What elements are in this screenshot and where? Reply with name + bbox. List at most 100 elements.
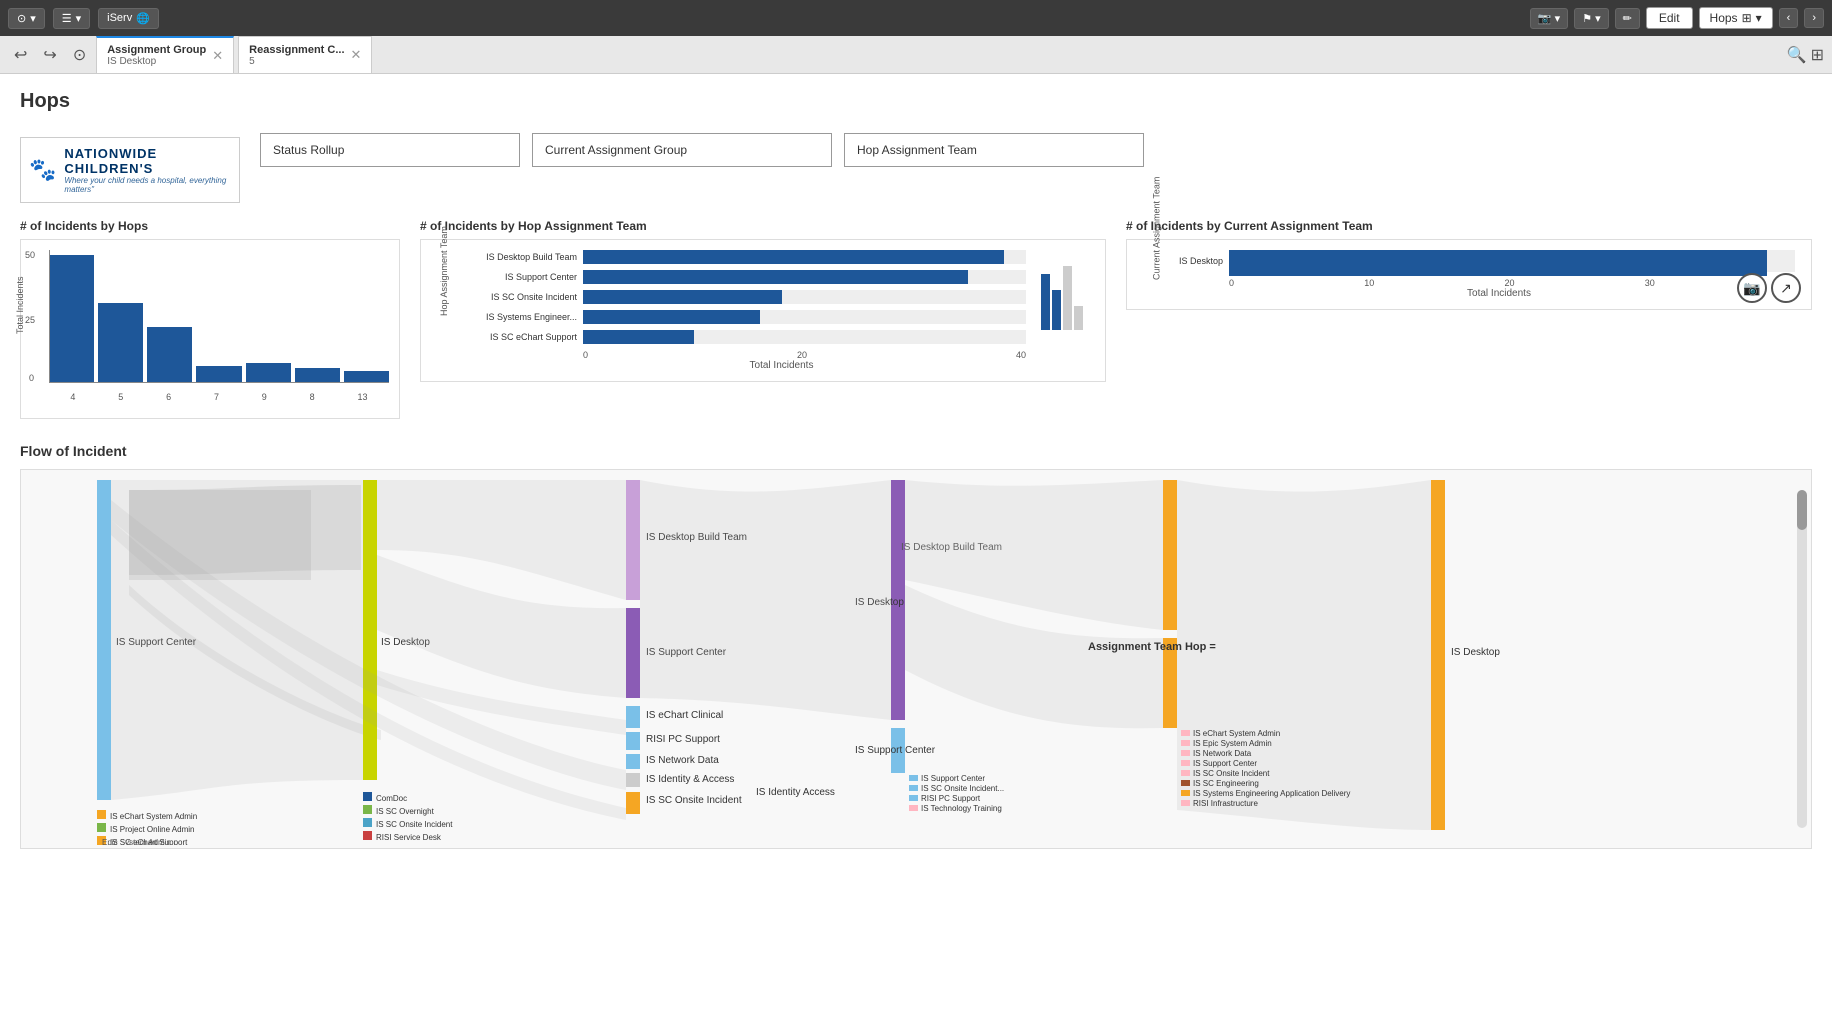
tab-assignment-group[interactable]: Assignment Group IS Desktop ✕: [96, 36, 234, 73]
leg1-echart-dot: [97, 810, 106, 819]
curr-team-chart-area: Current Assignment Team IS Desktop 0 10 …: [1126, 239, 1812, 310]
hop-bar-row-2: IS SC Onsite Incident: [437, 290, 1026, 304]
curr-team-x-label: Total Incidents: [1143, 288, 1795, 299]
camera-toolbar-button[interactable]: 📷 ▾: [1530, 8, 1568, 29]
pencil-toolbar-button[interactable]: ✏: [1615, 8, 1640, 29]
tab-bar: ↩ ↪ ⊙ Assignment Group IS Desktop ✕ Reas…: [0, 36, 1832, 74]
current-assignment-filter[interactable]: Current Assignment Group: [532, 133, 832, 167]
logo-paws-icon: 🐾: [29, 157, 56, 183]
nav-next-button[interactable]: ›: [1804, 8, 1824, 28]
col5-leg-echart-text: IS eChart System Admin: [1193, 729, 1280, 738]
col3-risi-label: RISI PC Support: [646, 734, 720, 745]
flag-toolbar-button[interactable]: ⚑ ▾: [1574, 8, 1608, 29]
col3-netdata-bar: [626, 754, 640, 769]
cam-icons-area: 📷 ↗: [1737, 273, 1801, 303]
logo-tagline: Where your child needs a hospital, every…: [64, 176, 231, 194]
col3-netdata-label: IS Network Data: [646, 755, 719, 766]
tab1-sublabel: IS Desktop: [107, 56, 206, 67]
camera-icon-button[interactable]: 📷: [1737, 273, 1767, 303]
dropdown-arrow: ▾: [30, 12, 36, 25]
col3-identity-label: IS Identity & Access: [646, 774, 734, 785]
col4-leg-risi-text: RISI PC Support: [921, 794, 981, 803]
final-col-bar: [1431, 480, 1445, 830]
status-rollup-label: Status Rollup: [273, 143, 344, 157]
curr-team-y-label: Current Assignment Team: [1152, 176, 1162, 279]
leg1-proj-dot: [97, 823, 106, 832]
y-tick-50: 50: [25, 250, 35, 260]
edit-button[interactable]: Edit: [1646, 7, 1693, 29]
hop-bar-label-0: IS Desktop Build Team: [437, 252, 577, 262]
hops-label: Hops: [1710, 11, 1738, 25]
flow-title: Flow of Incident: [20, 443, 1812, 459]
col5-leg-infra-dot: [1181, 800, 1190, 806]
x-label-7: 7: [214, 392, 219, 402]
hops-bar-4: [49, 255, 94, 383]
col4-leg-onsite-text: IS SC Onsite Incident...: [921, 784, 1004, 793]
hop-team-chart-area: Hop Assignment Team IS Desktop Build Tea…: [420, 239, 1106, 382]
col4-leg-tech-text: IS Technology Training: [921, 804, 1002, 813]
expand-chart-button[interactable]: ↗: [1771, 273, 1801, 303]
identity-access-label: IS Identity Access: [756, 787, 835, 798]
hop-team-title: # of Incidents by Hop Assignment Team: [420, 219, 1106, 233]
x-label-5: 5: [118, 392, 123, 402]
col5-leg-sys-dot: [1181, 790, 1190, 796]
leg2-overnight-text: IS SC Overnight: [376, 807, 435, 816]
col3-support-bar: [626, 608, 640, 698]
nav-prev-button[interactable]: ‹: [1779, 8, 1799, 28]
y-tick-25: 25: [25, 315, 35, 325]
col5-buildteam-bar: [1163, 480, 1177, 630]
hop-assignment-label: Hop Assignment Team: [857, 143, 977, 157]
tab-forward-button[interactable]: ↪: [37, 36, 62, 73]
hop-bar-bg-2: [583, 290, 1026, 304]
small-bars: [1041, 250, 1083, 330]
hops-bar-6: [147, 327, 192, 383]
list-menu-button[interactable]: ☰ ▾: [53, 8, 90, 29]
main-toolbar: ⊙ ▾ ☰ ▾ iServ 🌐 📷 ▾ ⚑ ▾ ✏ Edit Hops ⊞ ▾ …: [0, 0, 1832, 36]
y-axis-label: Total Incidents: [15, 276, 25, 334]
logo-container: 🐾 NationwideChildren's Where your child …: [20, 137, 240, 203]
hop-team-x-label: Total Incidents: [437, 360, 1026, 371]
app-icon: ⊙: [17, 12, 26, 25]
app-menu-button[interactable]: ⊙ ▾: [8, 8, 45, 29]
hop-bar-label-1: IS Support Center: [437, 272, 577, 282]
hops-button[interactable]: Hops ⊞ ▾: [1699, 7, 1773, 29]
iserv-button[interactable]: iServ 🌐: [98, 8, 159, 29]
hops-chart-section: # of Incidents by Hops 50 25 0 Total Inc…: [20, 219, 400, 419]
tab-reload-button[interactable]: ⊙: [67, 36, 92, 73]
hops-bar-9: [246, 363, 291, 383]
hop-x-tick-40: 40: [1016, 350, 1026, 360]
hop-assignment-filter[interactable]: Hop Assignment Team: [844, 133, 1144, 167]
x-label-13: 13: [357, 392, 367, 402]
col3-identity-bar: [626, 773, 640, 787]
status-rollup-filter[interactable]: Status Rollup: [260, 133, 520, 167]
leg2-comdoc-text: ComDoc: [376, 794, 407, 803]
tab1-close[interactable]: ✕: [212, 48, 223, 64]
hops-bar-5: [98, 303, 143, 383]
hop-x-tick-0: 0: [583, 350, 588, 360]
tab-back-button[interactable]: ↩: [8, 36, 33, 73]
hops-x-labels: 4 5 6 7 9 8 13: [49, 392, 389, 402]
curr-bar-bg-0: [1229, 250, 1795, 272]
curr-x-0: 0: [1229, 278, 1234, 288]
leg2-onsite-text: IS SC Onsite Incident: [376, 820, 453, 829]
col1-support-center-bar: [97, 480, 111, 800]
epic-system-admin-label: Epic System Admin: [102, 838, 171, 845]
tabbar-search-icon[interactable]: 🔍: [1787, 45, 1807, 65]
col5-leg-eng-dot: [1181, 780, 1190, 786]
hops-bar-8: [295, 368, 340, 383]
hop-bar-label-2: IS SC Onsite Incident: [437, 292, 577, 302]
hops-bars: [49, 250, 389, 383]
hop-bar-fill-4: [583, 330, 694, 344]
tab2-close[interactable]: ✕: [351, 47, 362, 63]
col5-leg-sup-dot: [1181, 760, 1190, 766]
col3-risi-bar: [626, 732, 640, 750]
col5-leg-eng-text: IS SC Engineering: [1193, 779, 1259, 788]
hops-chart-title: # of Incidents by Hops: [20, 219, 400, 233]
tab-reassignment[interactable]: Reassignment C... 5 ✕: [238, 36, 372, 73]
list-icon: ☰: [62, 12, 72, 25]
curr-team-x-ticks: 0 10 20 30 40: [1143, 278, 1795, 288]
hop-bar-fill-3: [583, 310, 760, 324]
tabbar-expand-icon[interactable]: ⊞: [1811, 45, 1824, 65]
hop-bar-bg-4: [583, 330, 1026, 344]
dropdown-arrow2: ▾: [76, 12, 82, 25]
